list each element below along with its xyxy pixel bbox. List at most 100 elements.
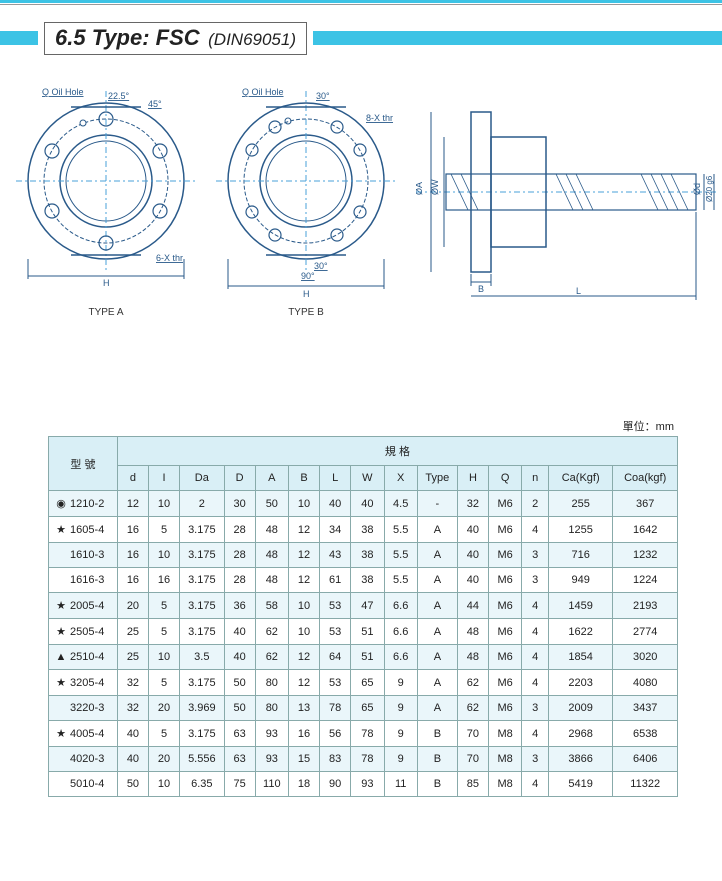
table-cell: ★ 4005-4 (49, 721, 118, 747)
table-cell: 16 (288, 721, 319, 747)
table-cell: 62 (457, 696, 488, 721)
table-cell: 48 (457, 619, 488, 645)
table-cell: 78 (351, 747, 384, 772)
table-cell: M6 (488, 568, 521, 593)
table-cell: 40 (117, 747, 148, 772)
title-blue-right (313, 31, 722, 45)
table-cell: 5.5 (384, 543, 417, 568)
table-cell: M6 (488, 619, 521, 645)
table-cell: 53 (320, 670, 351, 696)
table-cell: 63 (224, 747, 255, 772)
table-cell: 1854 (548, 645, 612, 670)
table-cell: 78 (351, 721, 384, 747)
table-cell: 53 (320, 619, 351, 645)
col-d: d (117, 466, 148, 491)
table-cell: 6538 (613, 721, 678, 747)
table-cell: 61 (320, 568, 351, 593)
table-cell: 83 (320, 747, 351, 772)
label-type-b: TYPE B (288, 307, 324, 318)
table-cell: 80 (255, 670, 288, 696)
table-cell: 40 (117, 721, 148, 747)
table-cell: 25 (117, 645, 148, 670)
table-row: 1610-316103.17528481243385.5A40M63716123… (49, 543, 678, 568)
table-cell: 16 (117, 568, 148, 593)
label-dd: Ød (692, 183, 702, 195)
label-dw: ØW (430, 179, 440, 195)
label-type-a: TYPE A (88, 307, 123, 318)
table-cell: M6 (488, 491, 521, 517)
table-cell: 255 (548, 491, 612, 517)
table-cell: 10 (149, 645, 180, 670)
label-225: 22.5° (108, 91, 130, 101)
title-box: 6.5 Type: FSC (DIN69051) (44, 22, 307, 55)
table-cell: 58 (255, 593, 288, 619)
table-cell: 1232 (613, 543, 678, 568)
table-cell: 53 (320, 593, 351, 619)
col-Type: Type (417, 466, 457, 491)
table-cell: 1255 (548, 517, 612, 543)
table-cell: 5.5 (384, 568, 417, 593)
table-cell: M6 (488, 670, 521, 696)
title-blue-left (0, 31, 38, 45)
table-cell: 12 (117, 491, 148, 517)
table-cell: 1459 (548, 593, 612, 619)
table-cell: 5.556 (180, 747, 224, 772)
table-cell: 50 (224, 696, 255, 721)
table-cell: 20 (117, 593, 148, 619)
drawing-side: ØA ØW B L Ød Ø20 g6 (416, 82, 716, 318)
table-cell: 4 (522, 670, 549, 696)
table-cell: 30 (224, 491, 255, 517)
table-cell: 93 (255, 721, 288, 747)
col-n: n (522, 466, 549, 491)
col-D: D (224, 466, 255, 491)
table-cell: M6 (488, 645, 521, 670)
table-cell: 85 (457, 772, 488, 797)
table-cell: 65 (351, 696, 384, 721)
table-cell: 11 (384, 772, 417, 797)
table-cell: 110 (255, 772, 288, 797)
table-cell: 12 (288, 645, 319, 670)
table-cell: 5419 (548, 772, 612, 797)
table-cell: M6 (488, 517, 521, 543)
table-cell: M6 (488, 696, 521, 721)
table-cell: 93 (351, 772, 384, 797)
table-cell: 40 (457, 568, 488, 593)
table-cell: ★ 1605-4 (49, 517, 118, 543)
table-row: 3220-332203.96950801378659A62M6320093437 (49, 696, 678, 721)
col-Q: Q (488, 466, 521, 491)
table-cell: 4 (522, 721, 549, 747)
table-row: ★ 2505-42553.17540621053516.6A48M6416222… (49, 619, 678, 645)
table-cell: 62 (255, 619, 288, 645)
table-cell: 4 (522, 593, 549, 619)
table-cell: 3 (522, 543, 549, 568)
table-cell: 47 (351, 593, 384, 619)
table-cell: 2203 (548, 670, 612, 696)
table-cell: 16 (117, 517, 148, 543)
table-cell: 6.35 (180, 772, 224, 797)
table-cell: 16 (149, 568, 180, 593)
table-cell: 1622 (548, 619, 612, 645)
table-cell: 93 (255, 747, 288, 772)
table-cell: 5.5 (384, 517, 417, 543)
table-cell: M8 (488, 747, 521, 772)
table-cell: ★ 3205-4 (49, 670, 118, 696)
table-cell: 3.175 (180, 568, 224, 593)
table-cell: 48 (255, 568, 288, 593)
col-L: L (320, 466, 351, 491)
col-W: W (351, 466, 384, 491)
table-cell: 18 (288, 772, 319, 797)
table-cell: 36 (224, 593, 255, 619)
table-cell: 20 (149, 747, 180, 772)
table-cell: 367 (613, 491, 678, 517)
table-cell: 3020 (613, 645, 678, 670)
col-Ca: Ca(Kgf) (548, 466, 612, 491)
table-cell: 12 (288, 517, 319, 543)
table-cell: 1642 (613, 517, 678, 543)
table-cell: 3.175 (180, 670, 224, 696)
table-row: 4020-340205.55663931583789B70M8338666406 (49, 747, 678, 772)
table-row: ★ 2005-42053.17536581053476.6A44M6414592… (49, 593, 678, 619)
col-H: H (457, 466, 488, 491)
table-cell: 10 (288, 593, 319, 619)
label-H-b: H (303, 289, 310, 299)
drawing-type-b: Q Oil Hole 30° 8-X thr 30° 90° H TYPE B (216, 81, 396, 318)
